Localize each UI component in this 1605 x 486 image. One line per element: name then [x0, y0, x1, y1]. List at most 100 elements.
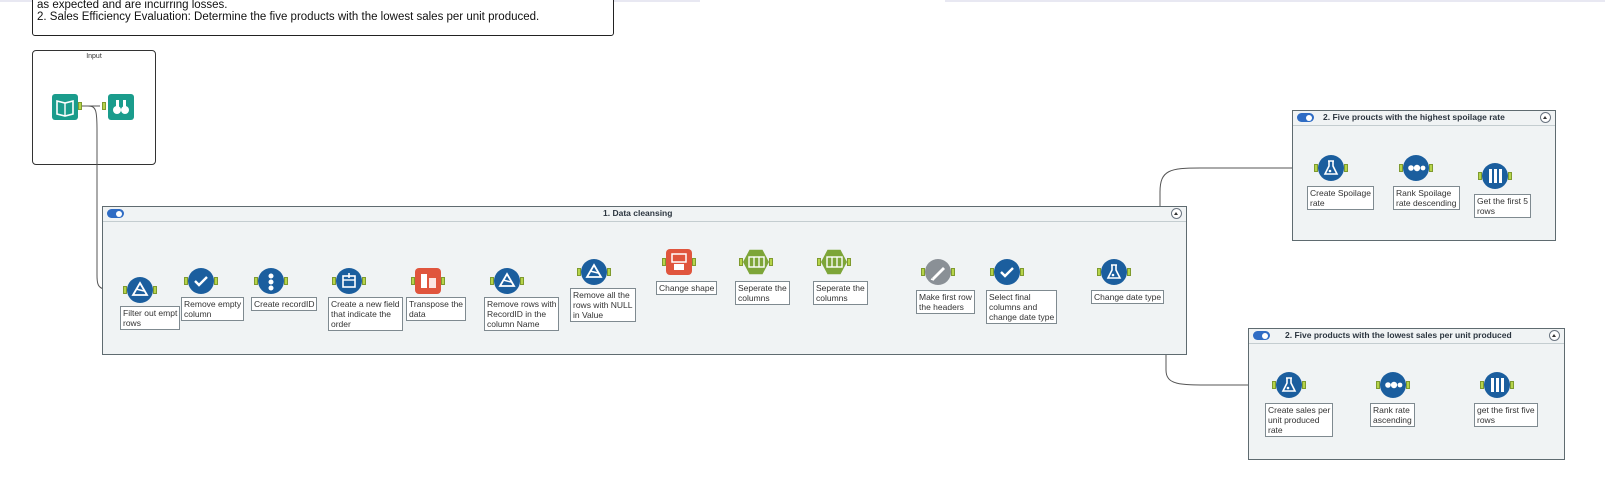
- tool-annotation[interactable]: Select final columns and change date typ…: [986, 290, 1058, 324]
- connection-port[interactable]: [1314, 164, 1318, 172]
- multirow-tool[interactable]: [336, 268, 362, 294]
- connection-port[interactable]: [1406, 381, 1410, 389]
- connection-port[interactable]: [739, 258, 743, 266]
- filter-tool[interactable]: [127, 277, 153, 303]
- tool-annotation[interactable]: Remove empty column: [181, 297, 245, 321]
- connection-port[interactable]: [78, 102, 82, 110]
- connection-port[interactable]: [441, 277, 445, 285]
- container-toggle[interactable]: [107, 209, 124, 218]
- connection-port[interactable]: [332, 277, 336, 285]
- container-toggle[interactable]: [1253, 331, 1270, 340]
- connection-port[interactable]: [184, 277, 188, 285]
- tool-annotation[interactable]: Create recordID: [251, 297, 318, 311]
- formula-icon: [1323, 160, 1339, 175]
- select-icon: [194, 276, 208, 287]
- sort-tool[interactable]: [1403, 155, 1429, 181]
- recordid-tool[interactable]: [258, 268, 284, 294]
- select-tool[interactable]: [188, 268, 214, 294]
- transpose-tool[interactable]: [415, 268, 441, 294]
- tool-annotation[interactable]: Transpose the data: [406, 297, 467, 321]
- tool-annotation[interactable]: Filter out empt rows: [120, 306, 181, 330]
- tool-annotation[interactable]: Seperate the columns: [813, 281, 868, 305]
- tool-annotation[interactable]: Rank Spoilage rate descending: [1393, 186, 1460, 210]
- filter-tool[interactable]: [494, 268, 520, 294]
- connection-port[interactable]: [254, 277, 258, 285]
- container-toggle[interactable]: [1297, 113, 1314, 122]
- sample-tool[interactable]: [1482, 163, 1508, 189]
- tool-annotation[interactable]: Create a new field that indicate the ord…: [328, 297, 403, 331]
- input-data-tool[interactable]: [52, 94, 78, 120]
- tool-annotation[interactable]: Change date type: [1091, 290, 1165, 304]
- container-title: 1. Data cleansing: [603, 208, 673, 218]
- tool-annotation[interactable]: Rank rate ascending: [1370, 403, 1415, 427]
- connection-port[interactable]: [921, 268, 925, 276]
- connection-port[interactable]: [1344, 164, 1348, 172]
- sample-icon: [1491, 378, 1504, 392]
- connection-port[interactable]: [1376, 381, 1380, 389]
- tool-annotation[interactable]: Remove all the rows with NULL in Value: [570, 288, 636, 322]
- container-header: 2. Five proucts with the highest spoilag…: [1293, 111, 1555, 126]
- connection-port[interactable]: [284, 277, 288, 285]
- connection-port[interactable]: [577, 268, 581, 276]
- dynamic-rename-tool[interactable]: [925, 259, 951, 285]
- connection-port[interactable]: [153, 286, 157, 294]
- transpose-icon: [421, 274, 436, 288]
- connection-port[interactable]: [817, 258, 821, 266]
- connection-port[interactable]: [1302, 381, 1306, 389]
- connection-port[interactable]: [1480, 381, 1484, 389]
- tool-annotation[interactable]: Remove rows with RecordID in the column …: [484, 297, 560, 331]
- sort-tool[interactable]: [1380, 372, 1406, 398]
- tool-annotation[interactable]: Change shape: [656, 281, 718, 295]
- sort-icon: [1385, 381, 1403, 389]
- dynamic-rename-icon: [930, 267, 945, 281]
- connection-port[interactable]: [362, 277, 366, 285]
- formula-tool[interactable]: [1101, 259, 1127, 285]
- connection-port[interactable]: [1272, 381, 1276, 389]
- connection-port[interactable]: [607, 268, 611, 276]
- connection-port[interactable]: [847, 258, 851, 266]
- connection-port[interactable]: [692, 258, 696, 266]
- connection-port[interactable]: [490, 277, 494, 285]
- select-tool[interactable]: [994, 259, 1020, 285]
- sample-icon: [1489, 169, 1502, 183]
- tool-annotation[interactable]: Seperate the columns: [735, 281, 790, 305]
- connection-port[interactable]: [102, 102, 106, 110]
- collapse-icon[interactable]: [1549, 330, 1560, 341]
- tool-annotation[interactable]: Make first row the headers: [916, 290, 975, 314]
- collapse-icon[interactable]: [1540, 112, 1551, 123]
- tool-annotation[interactable]: get the first five rows: [1474, 403, 1538, 427]
- filter-icon: [498, 272, 516, 287]
- connection-port[interactable]: [951, 268, 955, 276]
- tool-annotation[interactable]: Get the first 5 rows: [1474, 194, 1532, 218]
- connection-port[interactable]: [123, 286, 127, 294]
- formula-tool[interactable]: [1318, 155, 1344, 181]
- tool-annotation[interactable]: Create sales per unit produced rate: [1265, 403, 1334, 437]
- connection-port[interactable]: [1399, 164, 1403, 172]
- connection-port[interactable]: [769, 258, 773, 266]
- collapse-icon[interactable]: [1171, 208, 1182, 219]
- connection-port[interactable]: [1429, 164, 1433, 172]
- connection-port[interactable]: [662, 258, 666, 266]
- crosstab-tool[interactable]: [666, 249, 692, 275]
- container-header: 2. Five products with the lowest sales p…: [1249, 329, 1564, 344]
- browse-tool[interactable]: [108, 94, 134, 120]
- connection-port[interactable]: [1127, 268, 1131, 276]
- connection-port[interactable]: [214, 277, 218, 285]
- formula-icon: [1281, 377, 1297, 392]
- filter-icon: [131, 281, 149, 296]
- tool-annotation[interactable]: Create Spoilage rate: [1307, 186, 1374, 210]
- binoculars-icon: [113, 100, 129, 114]
- connection-port[interactable]: [1508, 172, 1512, 180]
- connection-port[interactable]: [1097, 268, 1101, 276]
- sample-tool[interactable]: [1484, 372, 1510, 398]
- connection-port[interactable]: [990, 268, 994, 276]
- connection-port[interactable]: [1020, 268, 1024, 276]
- formula-tool[interactable]: [1276, 372, 1302, 398]
- connection-port[interactable]: [411, 277, 415, 285]
- multirow-icon: [342, 273, 356, 288]
- connection-port[interactable]: [1510, 381, 1514, 389]
- connection-port[interactable]: [1478, 172, 1482, 180]
- recordid-icon: [268, 273, 274, 291]
- filter-tool[interactable]: [581, 259, 607, 285]
- connection-port[interactable]: [520, 277, 524, 285]
